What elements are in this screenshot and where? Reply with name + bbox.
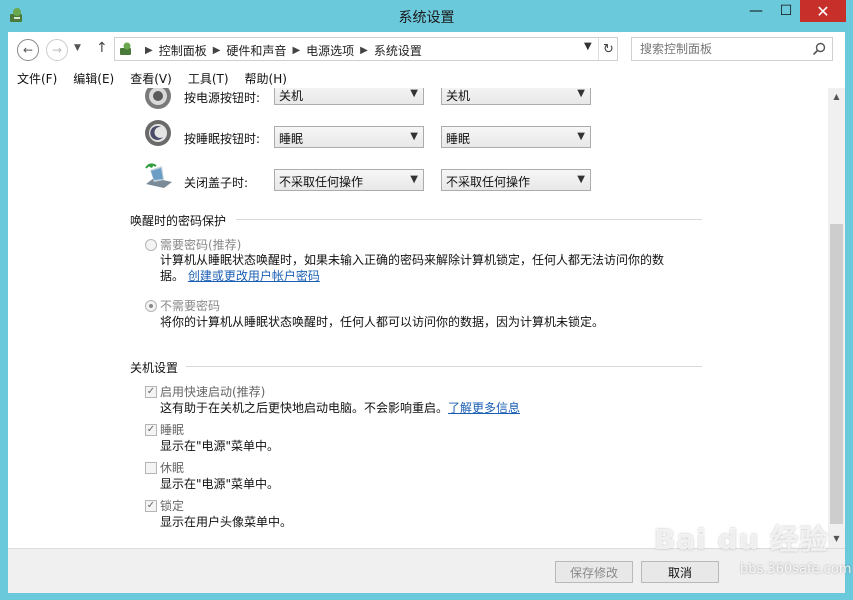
wake-password-heading: 唤醒时的密码保护 — [130, 214, 227, 228]
no-password-desc: 将你的计算机从睡眠状态唤醒时，任何人都可以访问你的数据，因为计算机未锁定。 — [160, 315, 605, 329]
sleep-desc: 显示在"电源"菜单中。 — [160, 439, 280, 453]
maximize-button[interactable]: ☐ — [772, 0, 800, 22]
menu-edit[interactable]: 编辑(E) — [63, 70, 114, 87]
chevron-right-icon: ▶ — [292, 45, 301, 56]
no-password-radio[interactable] — [145, 300, 157, 312]
arrow-up-icon: ↑ — [96, 40, 108, 56]
chevron-down-icon: ▼ — [577, 174, 585, 185]
search-input[interactable] — [632, 38, 808, 60]
search-icon[interactable] — [812, 42, 826, 56]
address-row: ← → ▼ ↑ ▶ 控制面板 ▶ 硬件和声音 ▶ 电源选项 ▶ 系统设置 ▼ ↻ — [8, 32, 845, 68]
sleep-button-label: 按睡眠按钮时: — [184, 132, 261, 146]
scroll-down-button[interactable]: ▼ — [828, 530, 845, 547]
back-button[interactable]: ← — [17, 39, 39, 61]
window-body: ← → ▼ ↑ ▶ 控制面板 ▶ 硬件和声音 ▶ 电源选项 ▶ 系统设置 ▼ ↻ — [8, 32, 845, 593]
refresh-button[interactable]: ↻ — [598, 38, 618, 60]
menu-tools[interactable]: 工具(T) — [178, 70, 229, 87]
hibernate-desc: 显示在"电源"菜单中。 — [160, 477, 280, 491]
power-button-plugged-select[interactable]: 关机 ▼ — [441, 88, 591, 105]
breadcrumb-power-options[interactable]: 电源选项 — [306, 42, 354, 59]
title-bar: 系统设置 — ☐ ✕ — [0, 0, 853, 32]
close-button[interactable]: ✕ — [800, 0, 846, 22]
control-panel-icon — [120, 42, 131, 55]
scroll-up-button[interactable]: ▲ — [828, 88, 845, 105]
menu-bar: 文件(F) 编辑(E) 查看(V) 工具(T) 帮助(H) — [8, 68, 845, 88]
lock-checkbox[interactable]: ✓ — [145, 500, 157, 512]
hibernate-checkbox[interactable] — [145, 462, 157, 474]
change-password-link[interactable]: 创建或更改用户帐户密码 — [188, 269, 320, 283]
cancel-button[interactable]: 取消 — [641, 561, 719, 583]
shutdown-heading: 关机设置 — [130, 361, 179, 375]
up-button[interactable]: ↑ — [96, 40, 108, 56]
settings-content: 按电源按钮时: 关机 ▼ 关机 ▼ 按睡眠按钮时: 睡眠 ▼ 睡眠 ▼ 关闭盖子… — [8, 88, 828, 548]
sleep-checkbox[interactable]: ✓ — [145, 424, 157, 436]
require-password-desc-end: 据。 — [160, 269, 185, 283]
lid-close-plugged-value: 不采取任何操作 — [446, 175, 531, 189]
search-box[interactable] — [631, 37, 833, 61]
lock-desc: 显示在用户头像菜单中。 — [160, 515, 293, 529]
sleep-button-plugged-select[interactable]: 睡眠 ▼ — [441, 126, 591, 148]
require-password-label: 需要密码(推荐) — [160, 238, 242, 252]
breadcrumb-hardware-sound[interactable]: 硬件和声音 — [226, 42, 286, 59]
chevron-right-icon: ▶ — [360, 45, 368, 56]
forward-button[interactable]: → — [46, 39, 68, 61]
window-title: 系统设置 — [398, 10, 455, 26]
require-password-desc: 计算机从睡眠状态唤醒时，如果未输入正确的密码来解除计算机锁定，任何人都无法访问你… — [160, 253, 665, 267]
power-button-plugged-value: 关机 — [446, 89, 471, 103]
lock-label: 锁定 — [160, 499, 185, 513]
menu-view[interactable]: 查看(V) — [120, 70, 172, 87]
section-divider — [186, 366, 702, 367]
chevron-right-icon: ▶ — [212, 45, 221, 56]
chevron-down-icon: ▼ — [74, 43, 81, 53]
power-button-battery-select[interactable]: 关机 ▼ — [274, 88, 424, 105]
menu-help[interactable]: 帮助(H) — [235, 70, 287, 87]
power-button-icon — [145, 88, 171, 109]
require-password-radio[interactable] — [145, 239, 157, 251]
refresh-icon: ↻ — [603, 41, 614, 57]
section-divider — [236, 219, 702, 220]
breadcrumb: ▶ 控制面板 ▶ 硬件和声音 ▶ 电源选项 ▶ 系统设置 — [139, 42, 422, 59]
chevron-down-icon: ▼ — [577, 131, 585, 142]
no-password-label: 不需要密码 — [160, 299, 221, 313]
chevron-down-icon: ▼ — [410, 131, 418, 142]
fast-startup-desc: 这有助于在关机之后更快地启动电脑。不会影响重启。了解更多信息 — [160, 400, 520, 416]
sleep-button-icon — [145, 120, 171, 146]
require-password-desc-2: 据。 创建或更改用户帐户密码 — [160, 268, 320, 284]
lid-close-battery-value: 不采取任何操作 — [279, 175, 364, 189]
sleep-button-battery-value: 睡眠 — [279, 132, 304, 146]
arrow-left-icon: ← — [22, 43, 34, 57]
chevron-down-icon: ▼ — [833, 534, 840, 543]
recent-locations-button[interactable]: ▼ — [74, 43, 81, 53]
learn-more-link[interactable]: 了解更多信息 — [448, 401, 520, 415]
sleep-label: 睡眠 — [160, 423, 185, 437]
breadcrumb-control-panel[interactable]: 控制面板 — [159, 42, 207, 59]
power-button-battery-value: 关机 — [279, 89, 304, 103]
address-dropdown-icon[interactable]: ▼ — [584, 41, 592, 52]
chevron-down-icon: ▼ — [410, 88, 418, 99]
address-bar[interactable]: ▶ 控制面板 ▶ 硬件和声音 ▶ 电源选项 ▶ 系统设置 ▼ ↻ — [114, 37, 618, 61]
sleep-button-battery-select[interactable]: 睡眠 ▼ — [274, 126, 424, 148]
minimize-button[interactable]: — — [742, 0, 770, 22]
hibernate-label: 休眠 — [160, 461, 185, 475]
laptop-lid-icon — [145, 163, 172, 188]
arrow-right-icon: → — [51, 43, 63, 57]
fast-startup-label: 启用快速启动(推荐) — [160, 385, 266, 399]
fast-startup-checkbox[interactable]: ✓ — [145, 386, 157, 398]
chevron-right-icon: ▶ — [145, 45, 153, 56]
save-changes-button[interactable]: 保存修改 — [555, 561, 633, 583]
menu-file[interactable]: 文件(F) — [8, 70, 57, 87]
chevron-up-icon: ▲ — [833, 92, 840, 101]
power-button-label: 按电源按钮时: — [184, 91, 261, 105]
chevron-down-icon: ▼ — [410, 174, 418, 185]
lid-close-label: 关闭盖子时: — [184, 176, 249, 190]
sleep-button-plugged-value: 睡眠 — [446, 132, 471, 146]
scrollbar-thumb[interactable] — [830, 224, 843, 524]
chevron-down-icon: ▼ — [577, 88, 585, 99]
footer-bar: 保存修改 取消 — [8, 548, 845, 593]
breadcrumb-system-settings[interactable]: 系统设置 — [374, 42, 422, 59]
lid-close-battery-select[interactable]: 不采取任何操作 ▼ — [274, 169, 424, 191]
fast-startup-desc-text: 这有助于在关机之后更快地启动电脑。不会影响重启。 — [160, 401, 449, 415]
vertical-scrollbar[interactable]: ▲ ▼ — [828, 88, 845, 548]
lid-close-plugged-select[interactable]: 不采取任何操作 ▼ — [441, 169, 591, 191]
